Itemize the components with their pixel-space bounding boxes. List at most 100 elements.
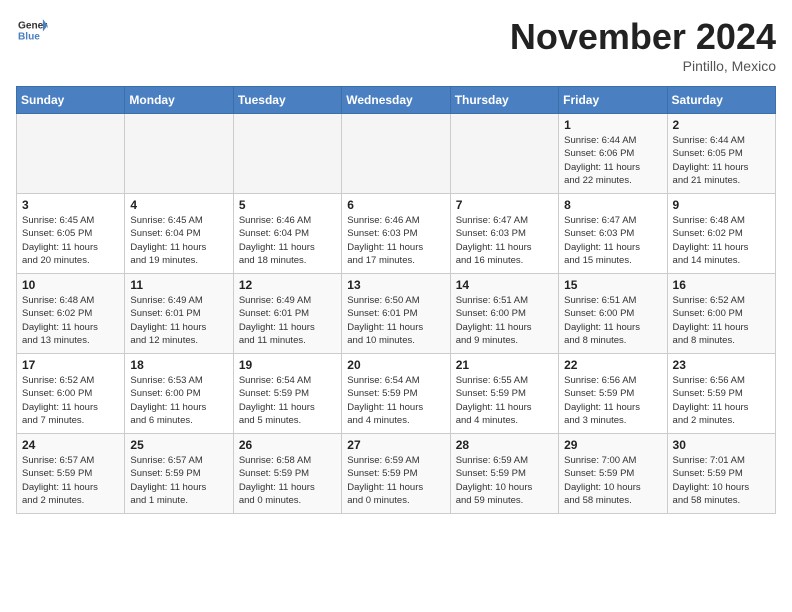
- calendar-cell: 29 Sunrise: 7:00 AM Sunset: 5:59 PM Dayli…: [559, 434, 667, 514]
- weekday-header: Sunday: [17, 87, 125, 114]
- day-number: 16: [673, 278, 770, 292]
- day-number: 6: [347, 198, 444, 212]
- calendar-cell: 27 Sunrise: 6:59 AM Sunset: 5:59 PM Dayli…: [342, 434, 450, 514]
- calendar-cell: 15 Sunrise: 6:51 AM Sunset: 6:00 PM Dayli…: [559, 274, 667, 354]
- calendar-week-row: 3 Sunrise: 6:45 AM Sunset: 6:05 PM Daylig…: [17, 194, 776, 274]
- logo: General Blue: [16, 16, 48, 44]
- day-number: 10: [22, 278, 119, 292]
- svg-text:Blue: Blue: [18, 31, 40, 42]
- weekday-header: Thursday: [450, 87, 558, 114]
- day-info: Sunrise: 6:54 AM Sunset: 5:59 PM Dayligh…: [347, 374, 444, 427]
- day-number: 20: [347, 358, 444, 372]
- day-info: Sunrise: 6:59 AM Sunset: 5:59 PM Dayligh…: [347, 454, 444, 507]
- day-info: Sunrise: 6:56 AM Sunset: 5:59 PM Dayligh…: [673, 374, 770, 427]
- calendar-cell: 24Sunrise: 6:57 AM Sunset: 5:59 PM Dayli…: [17, 434, 125, 514]
- calendar-cell: 16 Sunrise: 6:52 AM Sunset: 6:00 PM Dayli…: [667, 274, 775, 354]
- calendar-cell: 19Sunrise: 6:54 AM Sunset: 5:59 PM Dayli…: [233, 354, 341, 434]
- day-info: Sunrise: 6:59 AM Sunset: 5:59 PM Dayligh…: [456, 454, 553, 507]
- calendar-cell: 3 Sunrise: 6:45 AM Sunset: 6:05 PM Daylig…: [17, 194, 125, 274]
- calendar-cell: 26 Sunrise: 6:58 AM Sunset: 5:59 PM Dayli…: [233, 434, 341, 514]
- day-number: 17: [22, 358, 119, 372]
- day-number: 24: [22, 438, 119, 452]
- day-number: 13: [347, 278, 444, 292]
- weekday-header: Wednesday: [342, 87, 450, 114]
- calendar-cell: 2 Sunrise: 6:44 AM Sunset: 6:05 PM Daylig…: [667, 114, 775, 194]
- calendar-cell: 17 Sunrise: 6:52 AM Sunset: 6:00 PM Dayli…: [17, 354, 125, 434]
- calendar-cell: 6 Sunrise: 6:46 AM Sunset: 6:03 PM Daylig…: [342, 194, 450, 274]
- day-number: 8: [564, 198, 661, 212]
- calendar-cell: [450, 114, 558, 194]
- calendar-cell: [342, 114, 450, 194]
- weekday-header-row: SundayMondayTuesdayWednesdayThursdayFrid…: [17, 87, 776, 114]
- day-info: Sunrise: 6:44 AM Sunset: 6:06 PM Dayligh…: [564, 134, 661, 187]
- day-info: Sunrise: 6:45 AM Sunset: 6:04 PM Dayligh…: [130, 214, 227, 267]
- logo-icon: General Blue: [16, 16, 48, 44]
- calendar-cell: 10 Sunrise: 6:48 AM Sunset: 6:02 PM Dayli…: [17, 274, 125, 354]
- weekday-header: Friday: [559, 87, 667, 114]
- day-info: Sunrise: 6:48 AM Sunset: 6:02 PM Dayligh…: [673, 214, 770, 267]
- day-info: Sunrise: 6:53 AM Sunset: 6:00 PM Dayligh…: [130, 374, 227, 427]
- day-info: Sunrise: 6:52 AM Sunset: 6:00 PM Dayligh…: [22, 374, 119, 427]
- day-info: Sunrise: 6:49 AM Sunset: 6:01 PM Dayligh…: [130, 294, 227, 347]
- day-number: 25: [130, 438, 227, 452]
- day-number: 18: [130, 358, 227, 372]
- calendar-cell: [233, 114, 341, 194]
- day-info: Sunrise: 6:47 AM Sunset: 6:03 PM Dayligh…: [564, 214, 661, 267]
- day-number: 7: [456, 198, 553, 212]
- day-info: Sunrise: 6:51 AM Sunset: 6:00 PM Dayligh…: [564, 294, 661, 347]
- calendar-cell: 25 Sunrise: 6:57 AM Sunset: 5:59 PM Dayli…: [125, 434, 233, 514]
- day-info: Sunrise: 7:01 AM Sunset: 5:59 PM Dayligh…: [673, 454, 770, 507]
- day-number: 15: [564, 278, 661, 292]
- day-number: 21: [456, 358, 553, 372]
- calendar-cell: 13 Sunrise: 6:50 AM Sunset: 6:01 PM Dayli…: [342, 274, 450, 354]
- day-number: 28: [456, 438, 553, 452]
- day-number: 29: [564, 438, 661, 452]
- calendar-cell: 18 Sunrise: 6:53 AM Sunset: 6:00 PM Dayli…: [125, 354, 233, 434]
- calendar-cell: 12Sunrise: 6:49 AM Sunset: 6:01 PM Dayli…: [233, 274, 341, 354]
- day-info: Sunrise: 6:46 AM Sunset: 6:03 PM Dayligh…: [347, 214, 444, 267]
- calendar-cell: 8 Sunrise: 6:47 AM Sunset: 6:03 PM Daylig…: [559, 194, 667, 274]
- day-number: 11: [130, 278, 227, 292]
- calendar-cell: 22 Sunrise: 6:56 AM Sunset: 5:59 PM Dayli…: [559, 354, 667, 434]
- weekday-header: Tuesday: [233, 87, 341, 114]
- calendar-title: November 2024: [510, 16, 776, 58]
- day-info: Sunrise: 6:52 AM Sunset: 6:00 PM Dayligh…: [673, 294, 770, 347]
- day-number: 1: [564, 118, 661, 132]
- day-number: 22: [564, 358, 661, 372]
- day-info: Sunrise: 6:44 AM Sunset: 6:05 PM Dayligh…: [673, 134, 770, 187]
- day-info: Sunrise: 6:56 AM Sunset: 5:59 PM Dayligh…: [564, 374, 661, 427]
- header: General Blue November 2024 Pintillo, Mex…: [16, 16, 776, 74]
- weekday-header: Monday: [125, 87, 233, 114]
- calendar-cell: 20 Sunrise: 6:54 AM Sunset: 5:59 PM Dayli…: [342, 354, 450, 434]
- day-info: Sunrise: 6:50 AM Sunset: 6:01 PM Dayligh…: [347, 294, 444, 347]
- day-number: 3: [22, 198, 119, 212]
- day-number: 4: [130, 198, 227, 212]
- day-number: 27: [347, 438, 444, 452]
- day-info: Sunrise: 6:57 AM Sunset: 5:59 PM Dayligh…: [130, 454, 227, 507]
- day-number: 2: [673, 118, 770, 132]
- day-number: 12: [239, 278, 336, 292]
- calendar-week-row: 17 Sunrise: 6:52 AM Sunset: 6:00 PM Dayli…: [17, 354, 776, 434]
- day-number: 23: [673, 358, 770, 372]
- day-number: 9: [673, 198, 770, 212]
- day-number: 19: [239, 358, 336, 372]
- day-number: 26: [239, 438, 336, 452]
- day-info: Sunrise: 6:48 AM Sunset: 6:02 PM Dayligh…: [22, 294, 119, 347]
- calendar-cell: 4 Sunrise: 6:45 AM Sunset: 6:04 PM Daylig…: [125, 194, 233, 274]
- day-info: Sunrise: 6:45 AM Sunset: 6:05 PM Dayligh…: [22, 214, 119, 267]
- day-number: 30: [673, 438, 770, 452]
- calendar-cell: 11 Sunrise: 6:49 AM Sunset: 6:01 PM Dayli…: [125, 274, 233, 354]
- calendar-cell: [125, 114, 233, 194]
- day-info: Sunrise: 6:58 AM Sunset: 5:59 PM Dayligh…: [239, 454, 336, 507]
- calendar-week-row: 10 Sunrise: 6:48 AM Sunset: 6:02 PM Dayli…: [17, 274, 776, 354]
- day-number: 5: [239, 198, 336, 212]
- calendar-cell: 7Sunrise: 6:47 AM Sunset: 6:03 PM Daylig…: [450, 194, 558, 274]
- day-info: Sunrise: 7:00 AM Sunset: 5:59 PM Dayligh…: [564, 454, 661, 507]
- title-area: November 2024 Pintillo, Mexico: [510, 16, 776, 74]
- calendar-table: SundayMondayTuesdayWednesdayThursdayFrid…: [16, 86, 776, 514]
- calendar-cell: 30 Sunrise: 7:01 AM Sunset: 5:59 PM Dayli…: [667, 434, 775, 514]
- calendar-cell: 28 Sunrise: 6:59 AM Sunset: 5:59 PM Dayli…: [450, 434, 558, 514]
- calendar-cell: [17, 114, 125, 194]
- calendar-cell: 9 Sunrise: 6:48 AM Sunset: 6:02 PM Daylig…: [667, 194, 775, 274]
- calendar-subtitle: Pintillo, Mexico: [510, 58, 776, 74]
